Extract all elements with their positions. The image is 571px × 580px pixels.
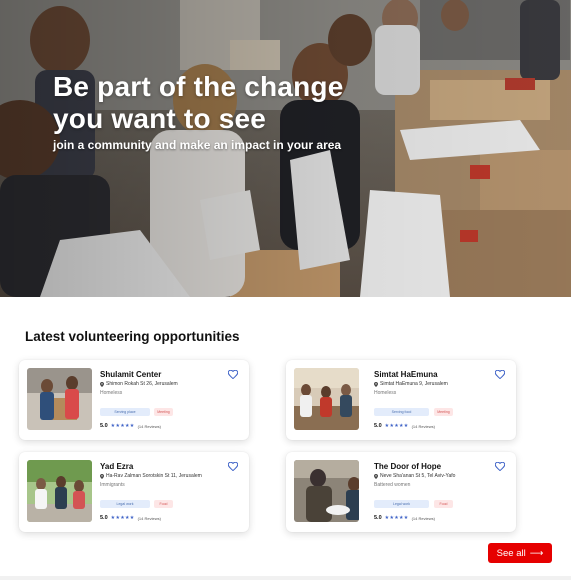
card-image <box>294 368 359 430</box>
card-rating: 5.0 ★★★★★ (14 Reviews) <box>374 515 435 521</box>
card-address: Neve Sha'anan St 5, Tel Aviv-Yafo <box>374 473 455 479</box>
card-tag-type: Food <box>434 500 453 508</box>
rating-reviews: (14 Reviews) <box>137 515 161 521</box>
rating-reviews: (14 Reviews) <box>411 423 435 429</box>
favorite-button[interactable] <box>227 460 239 472</box>
rating-score: 5.0 <box>100 515 108 521</box>
card-image <box>27 368 92 430</box>
card-tag-activity: Serving place <box>100 408 150 416</box>
card-address: Simtat HaEmuna 9, Jerusalem <box>374 381 448 387</box>
rating-score: 5.0 <box>100 423 108 429</box>
opportunity-card[interactable]: The Door of Hope Neve Sha'anan St 5, Tel… <box>286 452 516 532</box>
card-title: Simtat HaEmuna <box>374 370 438 379</box>
card-tag-type: Food <box>154 500 173 508</box>
favorite-button[interactable] <box>494 460 506 472</box>
card-image <box>27 460 92 522</box>
footer-divider <box>0 576 571 580</box>
card-tag-activity: Serving food <box>374 408 429 416</box>
heart-icon <box>495 461 505 471</box>
see-all-button[interactable]: See all ⟶ <box>488 543 552 563</box>
card-address-text: Simtat HaEmuna 9, Jerusalem <box>380 381 448 387</box>
card-tag-type: Meeting <box>434 408 453 416</box>
heart-icon <box>228 369 238 379</box>
card-tag-type: Meeting <box>154 408 173 416</box>
hero-title: Be part of the change you want to see <box>53 71 344 134</box>
rating-stars: ★★★★★ <box>110 423 135 429</box>
card-tag-activity: Legal work <box>374 500 429 508</box>
rating-score: 5.0 <box>374 423 382 429</box>
heart-icon <box>495 369 505 379</box>
card-rating: 5.0 ★★★★★ (14 Reviews) <box>100 423 161 429</box>
location-pin-icon <box>374 473 378 479</box>
see-all-label: See all <box>496 547 526 559</box>
card-category: Battered women <box>374 482 411 488</box>
location-pin-icon <box>100 473 104 479</box>
card-address-text: Neve Sha'anan St 5, Tel Aviv-Yafo <box>380 473 456 479</box>
card-address-text: Shimon Rokah St 26, Jerusalem <box>106 381 178 387</box>
card-rating: 5.0 ★★★★★ (14 Reviews) <box>100 515 161 521</box>
card-tag-activity: Legal work <box>100 500 150 508</box>
opportunity-card[interactable]: Shulamit Center Shimon Rokah St 26, Jeru… <box>19 360 249 440</box>
card-rating: 5.0 ★★★★★ (14 Reviews) <box>374 423 435 429</box>
card-category: Immigrants <box>100 482 125 488</box>
rating-stars: ★★★★★ <box>110 515 135 521</box>
card-address-text: Ha-Rav Zalman Sorotskin St 11, Jerusalem <box>106 473 202 479</box>
card-title: Yad Ezra <box>100 462 134 471</box>
section-title: Latest volunteering opportunities <box>25 329 240 344</box>
card-image <box>294 460 359 522</box>
opportunity-card[interactable]: Yad Ezra Ha-Rav Zalman Sorotskin St 11, … <box>19 452 249 532</box>
favorite-button[interactable] <box>494 368 506 380</box>
opportunity-card[interactable]: Simtat HaEmuna Simtat HaEmuna 9, Jerusal… <box>286 360 516 440</box>
card-category: Homeless <box>374 390 397 396</box>
location-pin-icon <box>374 381 378 387</box>
favorite-button[interactable] <box>227 368 239 380</box>
card-title: The Door of Hope <box>374 462 442 471</box>
arrow-right-icon: ⟶ <box>529 547 544 559</box>
hero-subtitle: join a community and make an impact in y… <box>53 138 342 152</box>
rating-stars: ★★★★★ <box>384 515 409 521</box>
rating-stars: ★★★★★ <box>384 423 409 429</box>
heart-icon <box>228 461 238 471</box>
card-title: Shulamit Center <box>100 370 162 379</box>
location-pin-icon <box>100 381 104 387</box>
rating-reviews: (14 Reviews) <box>137 423 161 429</box>
rating-score: 5.0 <box>374 515 382 521</box>
card-address: Ha-Rav Zalman Sorotskin St 11, Jerusalem <box>100 473 202 479</box>
card-category: Homeless <box>100 390 123 396</box>
card-address: Shimon Rokah St 26, Jerusalem <box>100 381 178 387</box>
rating-reviews: (14 Reviews) <box>411 515 435 521</box>
hero-banner: Be part of the change you want to see jo… <box>0 0 571 297</box>
